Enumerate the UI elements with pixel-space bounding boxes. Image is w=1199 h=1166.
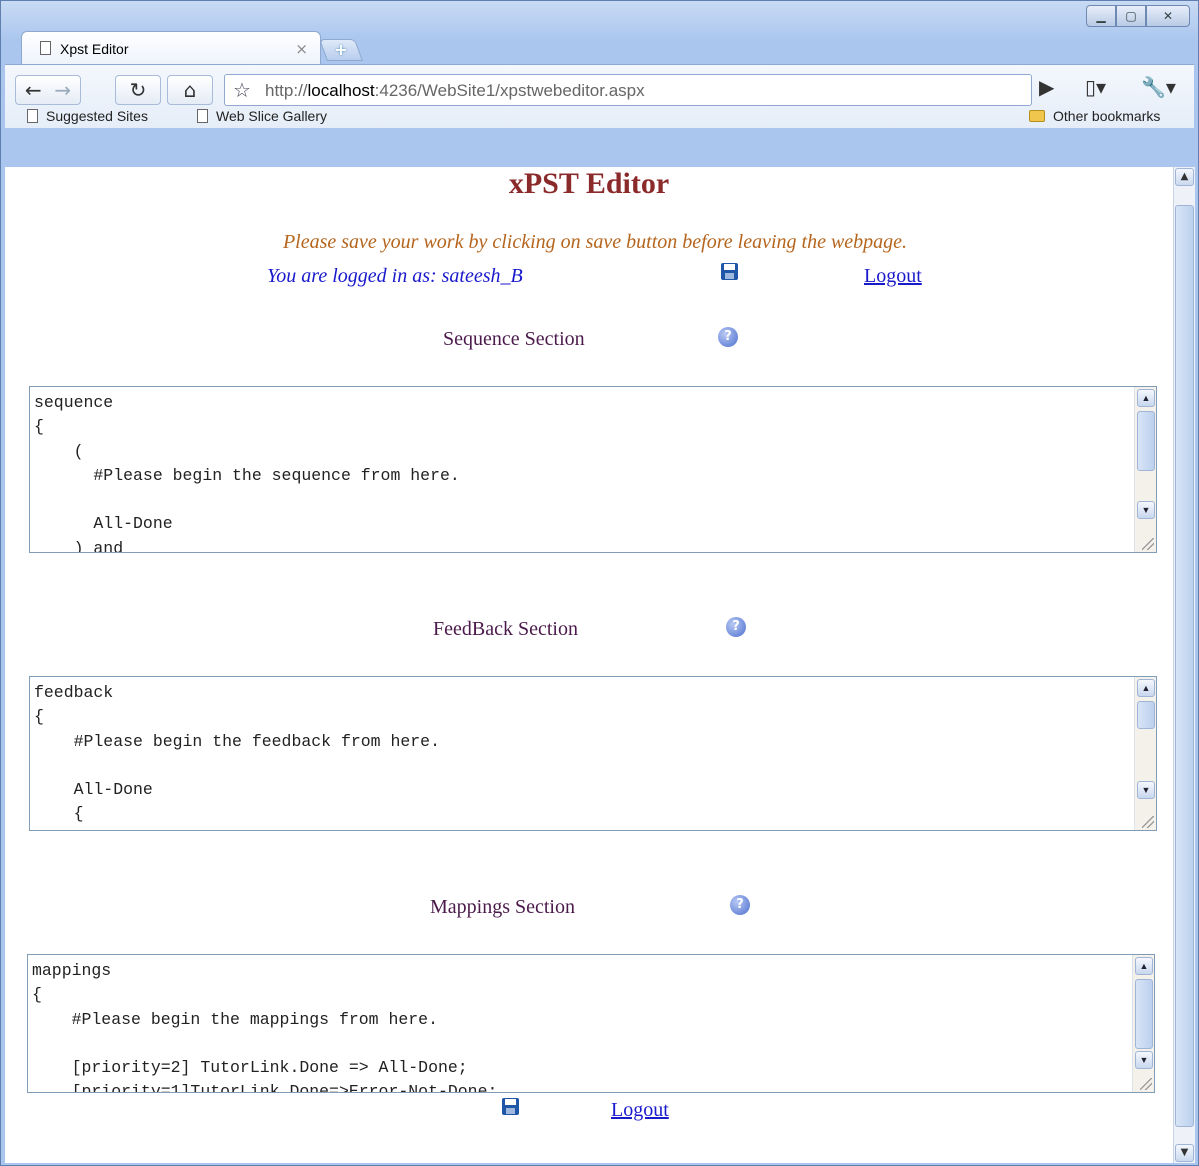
scroll-thumb[interactable] — [1135, 979, 1153, 1049]
maximize-button[interactable]: ▢ — [1116, 5, 1146, 27]
scroll-down-icon[interactable]: ▼ — [1137, 501, 1155, 519]
scroll-up-icon[interactable]: ▲ — [1175, 168, 1194, 186]
feedback-editor[interactable]: feedback { #Please begin the feedback fr… — [29, 676, 1157, 831]
page-title: xPST Editor — [508, 167, 670, 200]
help-icon[interactable]: ? — [726, 617, 746, 637]
mappings-editor[interactable]: mappings { #Please begin the mappings fr… — [27, 954, 1155, 1093]
browser-tab[interactable]: Xpst Editor × — [21, 31, 321, 64]
sequence-section-title: Sequence Section — [443, 328, 585, 350]
resize-grip-icon[interactable] — [1142, 538, 1154, 550]
mappings-text[interactable]: mappings { #Please begin the mappings fr… — [28, 955, 1154, 1092]
home-button[interactable]: ⌂ — [167, 75, 213, 105]
address-bar[interactable]: ☆ http://localhost:4236/WebSite1/xpstweb… — [224, 74, 1032, 106]
home-icon: ⌂ — [183, 78, 197, 102]
tab-close-icon[interactable]: × — [295, 40, 308, 58]
scroll-down-icon[interactable]: ▼ — [1175, 1144, 1194, 1162]
scroll-down-icon[interactable]: ▼ — [1137, 781, 1155, 799]
back-forward-buttons[interactable]: ← → — [15, 75, 81, 105]
tab-title: Xpst Editor — [60, 41, 129, 57]
page-icon — [27, 109, 38, 123]
logged-in-text: You are logged in as: sateesh_B — [267, 265, 523, 287]
other-bookmarks-label: Other bookmarks — [1053, 108, 1161, 124]
browser-toolbar: ← → ↻ ⌂ ☆ http://localhost:4236/WebSite1… — [5, 64, 1194, 128]
scroll-thumb[interactable] — [1137, 701, 1155, 729]
resize-grip-icon[interactable] — [1140, 1078, 1152, 1090]
mappings-section-title: Mappings Section — [430, 896, 575, 918]
other-bookmarks[interactable]: Other bookmarks — [1029, 108, 1160, 124]
scroll-up-icon[interactable]: ▲ — [1137, 389, 1155, 407]
url-text[interactable]: http://localhost:4236/WebSite1/xpstwebed… — [265, 81, 645, 101]
scroll-thumb[interactable] — [1175, 205, 1194, 1127]
scroll-down-icon[interactable]: ▼ — [1135, 1051, 1153, 1069]
sequence-text[interactable]: sequence { ( #Please begin the sequence … — [30, 387, 1156, 552]
reload-button[interactable]: ↻ — [115, 75, 161, 105]
sequence-editor[interactable]: sequence { ( #Please begin the sequence … — [29, 386, 1157, 553]
bookmark-label: Web Slice Gallery — [216, 108, 328, 124]
browser-window: ▁ ▢ ✕ Xpst Editor × + ← → ↻ ⌂ ☆ http://l… — [0, 0, 1199, 1166]
mappings-scrollbar[interactable]: ▲ ▼ — [1132, 955, 1154, 1092]
minimize-button[interactable]: ▁ — [1086, 5, 1116, 27]
bookmark-web-slice-gallery[interactable]: Web Slice Gallery — [197, 108, 327, 124]
resize-grip-icon[interactable] — [1142, 816, 1154, 828]
feedback-text[interactable]: feedback { #Please begin the feedback fr… — [30, 677, 1156, 827]
page-icon — [197, 109, 208, 123]
close-window-button[interactable]: ✕ — [1146, 5, 1190, 27]
save-icon-bottom[interactable] — [502, 1098, 519, 1115]
scroll-thumb[interactable] — [1137, 411, 1155, 471]
feedback-section-title: FeedBack Section — [433, 618, 578, 640]
sequence-scrollbar[interactable]: ▲ ▼ — [1134, 387, 1156, 552]
back-icon[interactable]: ← — [25, 78, 42, 102]
go-icon[interactable]: ▶ — [1039, 75, 1054, 99]
bookmark-suggested-sites[interactable]: Suggested Sites — [27, 108, 148, 124]
scroll-up-icon[interactable]: ▲ — [1135, 957, 1153, 975]
wrench-icon[interactable]: 🔧▾ — [1141, 75, 1176, 99]
page-icon — [40, 41, 51, 55]
plus-icon: + — [334, 40, 348, 59]
help-icon[interactable]: ? — [730, 895, 750, 915]
page-content: xPST Editor Please save your work by cli… — [5, 167, 1173, 1163]
logout-link-bottom[interactable]: Logout — [611, 1099, 669, 1122]
save-icon[interactable] — [721, 263, 738, 280]
reload-icon: ↻ — [129, 78, 147, 102]
folder-icon — [1029, 110, 1045, 122]
bookmark-star-icon[interactable]: ☆ — [233, 78, 251, 102]
save-notice: Please save your work by clicking on sav… — [282, 231, 908, 253]
forward-icon[interactable]: → — [54, 78, 71, 102]
new-tab-button[interactable]: + — [318, 39, 364, 61]
feedback-scrollbar[interactable]: ▲ ▼ — [1134, 677, 1156, 830]
bookmark-label: Suggested Sites — [46, 108, 148, 124]
bookmarks-bar: Suggested Sites Web Slice Gallery Other … — [5, 103, 1194, 129]
page-scrollbar[interactable]: ▲ ▼ — [1173, 167, 1195, 1163]
page-menu-icon[interactable]: ▯▾ — [1085, 75, 1106, 99]
help-icon[interactable]: ? — [718, 327, 738, 347]
logout-link[interactable]: Logout — [864, 265, 922, 288]
window-controls: ▁ ▢ ✕ — [1086, 5, 1190, 27]
scroll-up-icon[interactable]: ▲ — [1137, 679, 1155, 697]
